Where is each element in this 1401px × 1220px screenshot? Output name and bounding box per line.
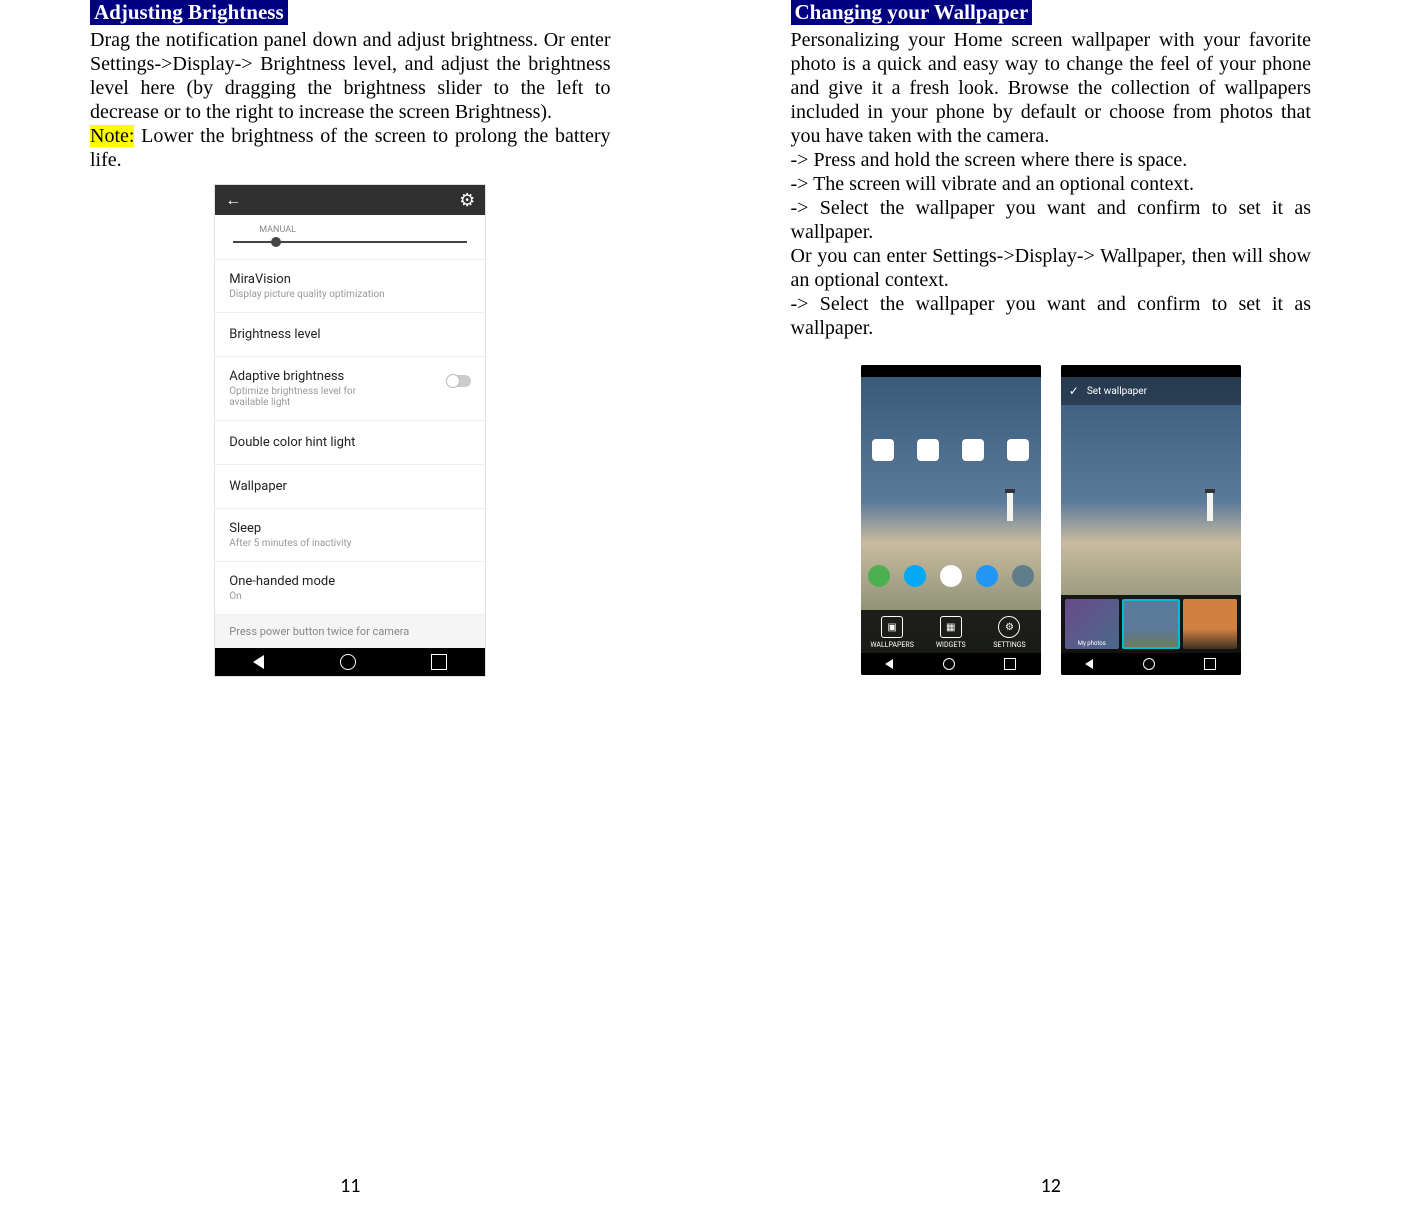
left-heading: Adjusting Brightness [90, 0, 288, 25]
wallpapers-icon: ▣ [881, 616, 903, 638]
dock-icon[interactable] [976, 565, 998, 587]
dock-icon[interactable] [868, 565, 890, 587]
left-body: Drag the notification panel down and adj… [90, 28, 611, 124]
right-page-number: 12 [701, 1174, 1401, 1198]
phone-navbar-1 [861, 653, 1041, 675]
myphotos-thumb[interactable]: My photos [1065, 599, 1119, 649]
brightness-slider[interactable] [233, 241, 467, 243]
phone-navbar [215, 648, 485, 676]
nav-recent-icon[interactable] [1204, 658, 1216, 670]
widgets-button[interactable]: ▦ WIDGETS [921, 616, 980, 649]
settings-gear-icon: ⚙ [998, 616, 1020, 638]
right-heading: Changing your Wallpaper [791, 0, 1033, 25]
status-bar-1 [861, 365, 1041, 377]
app-icon[interactable] [872, 439, 894, 461]
press-power-text: Press power button twice for camera [215, 615, 485, 648]
app-icon-row [861, 439, 1041, 461]
nav-back-icon[interactable] [253, 655, 264, 669]
nav-back-icon[interactable] [1085, 659, 1093, 669]
wallpaper-thumb-1[interactable] [1122, 599, 1180, 649]
wallpapers-button[interactable]: ▣ WALLPAPERS [863, 616, 922, 649]
display-settings-screenshot: ← ⚙ MANUAL MiraVision Display picture qu… [214, 184, 486, 677]
right-page: Changing your Wallpaper Personalizing yo… [701, 0, 1401, 1220]
nav-back-icon[interactable] [885, 659, 893, 669]
dock-row [861, 565, 1041, 587]
back-arrow-icon[interactable]: ← [225, 190, 241, 210]
wallpaper-preview-2: ✓ Set wallpaper My photos [1061, 377, 1241, 653]
setting-one-handed[interactable]: One-handed mode On [215, 562, 485, 615]
step3: -> Select the wallpaper you want and con… [791, 196, 1312, 244]
right-body: Personalizing your Home screen wallpaper… [791, 28, 1312, 148]
set-wallpaper-header[interactable]: ✓ Set wallpaper [1061, 377, 1241, 405]
brightness-slider-thumb[interactable] [271, 237, 281, 247]
wallpaper-thumbs: My photos [1061, 595, 1241, 653]
nav-recent-icon[interactable] [431, 654, 447, 670]
app-icon[interactable] [1007, 439, 1029, 461]
adaptive-brightness-toggle[interactable] [447, 375, 471, 387]
wallpaper-preview-1: ▣ WALLPAPERS ▦ WIDGETS ⚙ SETTINGS [861, 377, 1041, 653]
setting-miravision[interactable]: MiraVision Display picture quality optim… [215, 260, 485, 313]
nav-home-icon[interactable] [340, 654, 356, 670]
brightness-slider-row: MANUAL [215, 215, 485, 260]
left-page: Adjusting Brightness Drag the notificati… [0, 0, 701, 1220]
nav-recent-icon[interactable] [1004, 658, 1016, 670]
left-screenshot-wrap: ← ⚙ MANUAL MiraVision Display picture qu… [90, 184, 611, 677]
set-wallpaper-label: Set wallpaper [1087, 386, 1147, 397]
phone-topbar: ← ⚙ [215, 185, 485, 215]
widgets-icon: ▦ [940, 616, 962, 638]
nav-home-icon[interactable] [943, 658, 955, 670]
home-context-screenshot: ▣ WALLPAPERS ▦ WIDGETS ⚙ SETTINGS [861, 365, 1041, 675]
setting-wallpaper[interactable]: Wallpaper [215, 465, 485, 509]
set-wallpaper-screenshot: ✓ Set wallpaper My photos [1061, 365, 1241, 675]
wallpaper-thumb-2[interactable] [1183, 599, 1237, 649]
context-overlay: ▣ WALLPAPERS ▦ WIDGETS ⚙ SETTINGS [861, 610, 1041, 653]
left-page-number: 11 [0, 1174, 701, 1198]
step1: -> Press and hold the screen where there… [791, 148, 1312, 172]
note-label: Note: [90, 125, 134, 147]
right-screenshot-wrap: ▣ WALLPAPERS ▦ WIDGETS ⚙ SETTINGS [791, 365, 1312, 675]
gear-icon[interactable]: ⚙ [459, 190, 475, 211]
status-bar-2 [1061, 365, 1241, 377]
lighthouse-graphic-2 [1207, 493, 1213, 521]
manual-label: MANUAL [259, 225, 471, 235]
phone-navbar-2 [1061, 653, 1241, 675]
dock-icon[interactable] [940, 565, 962, 587]
setting-sleep[interactable]: Sleep After 5 minutes of inactivity [215, 509, 485, 562]
dock-icon[interactable] [904, 565, 926, 587]
nav-home-icon[interactable] [1143, 658, 1155, 670]
setting-brightness-level[interactable]: Brightness level [215, 313, 485, 357]
alt-path: Or you can enter Settings->Display-> Wal… [791, 244, 1312, 292]
left-note: Note: Lower the brightness of the screen… [90, 124, 611, 172]
app-icon[interactable] [962, 439, 984, 461]
note-text: Lower the brightness of the screen to pr… [90, 125, 611, 171]
app-icon[interactable] [917, 439, 939, 461]
settings-button[interactable]: ⚙ SETTINGS [980, 616, 1039, 649]
step2: -> The screen will vibrate and an option… [791, 172, 1312, 196]
checkmark-icon: ✓ [1069, 384, 1079, 398]
lighthouse-graphic [1007, 493, 1013, 521]
dock-icon[interactable] [1012, 565, 1034, 587]
setting-adaptive-brightness[interactable]: Adaptive brightness Optimize brightness … [215, 357, 485, 421]
setting-double-color[interactable]: Double color hint light [215, 421, 485, 465]
step4: -> Select the wallpaper you want and con… [791, 292, 1312, 340]
